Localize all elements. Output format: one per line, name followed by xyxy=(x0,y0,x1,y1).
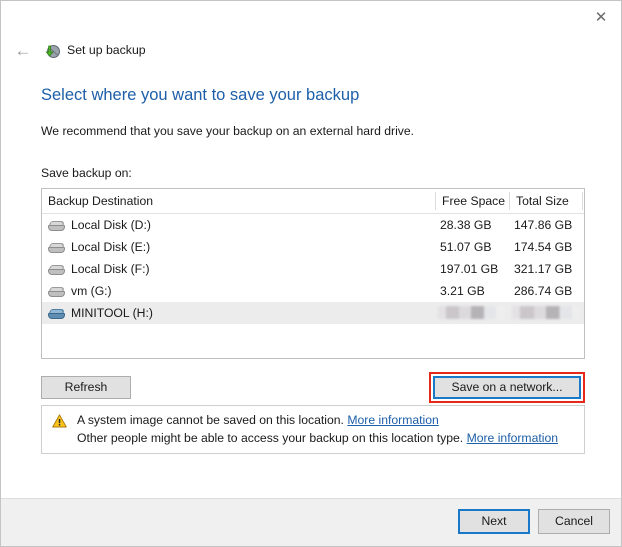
table-row[interactable]: Local Disk (D:) 28.38 GB 147.86 GB xyxy=(42,214,584,236)
warning-line-2-text: Other people might be able to access you… xyxy=(77,431,464,445)
destination-name-cell: MINITOOL (H:) xyxy=(46,302,153,324)
table-row[interactable]: vm (G:) 3.21 GB 286.74 GB xyxy=(42,280,584,302)
warning-line-1: A system image cannot be saved on this l… xyxy=(77,411,576,429)
save-on-network-button[interactable]: Save on a network... xyxy=(433,376,581,399)
listview-rows: Local Disk (D:) 28.38 GB 147.86 GB Local Di… xyxy=(42,214,584,324)
hard-disk-icon xyxy=(46,240,67,254)
listview-header: Backup Destination Free Space Total Size xyxy=(42,189,584,214)
free-space-cell: 3.21 GB xyxy=(440,284,485,298)
destination-name-cell: Local Disk (F:) xyxy=(46,258,150,280)
table-row[interactable]: MINITOOL (H:) xyxy=(42,302,584,324)
destination-name-cell: vm (G:) xyxy=(46,280,112,302)
column-divider[interactable] xyxy=(509,192,510,210)
destination-name-label: Local Disk (E:) xyxy=(71,240,151,254)
total-size-cell: 321.17 GB xyxy=(514,262,573,276)
cancel-button[interactable]: Cancel xyxy=(538,509,610,534)
backup-destination-listview[interactable]: Backup Destination Free Space Total Size… xyxy=(41,188,585,359)
wizard-header: ← Set up backup xyxy=(1,37,621,63)
free-space-cell: 197.01 GB xyxy=(440,262,499,276)
destination-name-label: Local Disk (D:) xyxy=(71,218,151,232)
refresh-button[interactable]: Refresh xyxy=(41,376,131,399)
wizard-title: Set up backup xyxy=(67,43,146,57)
removable-drive-icon xyxy=(46,306,67,320)
free-space-cell: 28.38 GB xyxy=(440,218,492,232)
close-icon[interactable]: ✕ xyxy=(584,4,618,30)
hard-disk-icon xyxy=(46,284,67,298)
free-space-redacted xyxy=(438,306,504,319)
hard-disk-icon xyxy=(46,218,67,232)
warning-triangle-icon xyxy=(52,414,67,428)
total-size-cell: 286.74 GB xyxy=(514,284,573,298)
page-title: Select where you want to save your backu… xyxy=(41,86,360,104)
warning-panel: A system image cannot be saved on this l… xyxy=(41,405,585,454)
column-header-destination[interactable]: Backup Destination xyxy=(48,189,153,213)
column-divider[interactable] xyxy=(582,192,583,210)
column-header-total-size[interactable]: Total Size xyxy=(516,189,569,213)
page-subtext: We recommend that you save your backup o… xyxy=(41,124,415,138)
save-backup-on-label: Save backup on: xyxy=(41,166,132,180)
warning-line-1-text: A system image cannot be saved on this l… xyxy=(77,413,344,427)
table-row[interactable]: Local Disk (E:) 51.07 GB 174.54 GB xyxy=(42,236,584,258)
dialog-footer: Next Cancel xyxy=(1,498,621,546)
more-information-link-2[interactable]: More information xyxy=(467,431,558,445)
table-row[interactable]: Local Disk (F:) 197.01 GB 321.17 GB xyxy=(42,258,584,280)
total-size-redacted xyxy=(512,306,580,319)
column-header-free-space[interactable]: Free Space xyxy=(442,189,505,213)
free-space-cell: 51.07 GB xyxy=(440,240,492,254)
backup-restore-icon xyxy=(42,41,60,59)
setup-backup-dialog: ✕ ← Set up backup Select where you want … xyxy=(0,0,622,547)
column-divider[interactable] xyxy=(435,192,436,210)
destination-name-label: MINITOOL (H:) xyxy=(71,306,153,320)
destination-name-label: Local Disk (F:) xyxy=(71,262,150,276)
total-size-cell: 147.86 GB xyxy=(514,218,573,232)
back-arrow-icon[interactable]: ← xyxy=(9,42,37,59)
warning-line-2: Other people might be able to access you… xyxy=(77,429,576,447)
destination-name-label: vm (G:) xyxy=(71,284,112,298)
destination-name-cell: Local Disk (E:) xyxy=(46,236,151,258)
next-button[interactable]: Next xyxy=(458,509,530,534)
total-size-cell: 174.54 GB xyxy=(514,240,573,254)
more-information-link-1[interactable]: More information xyxy=(347,413,438,427)
destination-name-cell: Local Disk (D:) xyxy=(46,214,151,236)
hard-disk-icon xyxy=(46,262,67,276)
